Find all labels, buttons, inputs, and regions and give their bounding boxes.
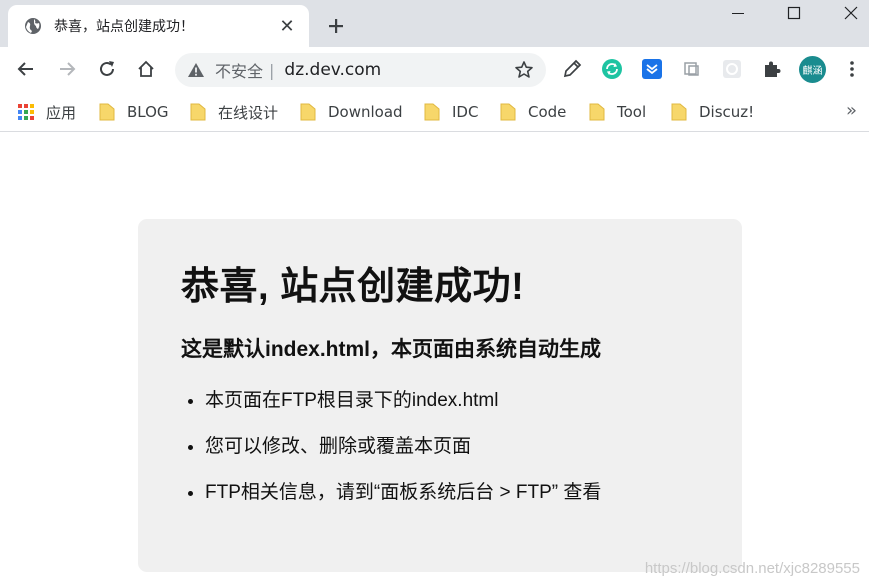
bookmark-label: Discuz! xyxy=(699,103,755,121)
bookmarks-overflow-icon[interactable]: » xyxy=(846,100,857,121)
globe-icon xyxy=(24,17,42,35)
warning-icon[interactable] xyxy=(187,61,205,79)
home-icon xyxy=(138,60,154,77)
bookmark-star-icon[interactable] xyxy=(514,60,534,80)
folder-icon xyxy=(99,103,115,121)
folder-icon xyxy=(300,103,316,121)
bookmark-folder-discuz[interactable]: Discuz! xyxy=(671,100,754,124)
back-button[interactable] xyxy=(12,55,40,83)
tab-active[interactable]: 恭喜，站点创建成功！ ✕ xyxy=(8,5,309,47)
bookmark-folder-code[interactable]: Code xyxy=(500,100,566,124)
bookmark-label: IDC xyxy=(452,103,479,121)
bookmark-folder-blog[interactable]: BLOG xyxy=(99,100,169,124)
pencil-extension-icon[interactable] xyxy=(560,57,584,81)
folder-icon xyxy=(671,103,687,121)
tab-strip: 恭喜，站点创建成功！ ✕ xyxy=(0,0,869,47)
bookmark-label: Code xyxy=(528,103,567,121)
folder-icon xyxy=(424,103,440,121)
folder-icon xyxy=(190,103,206,121)
plus-icon xyxy=(329,19,343,33)
address-bar[interactable]: 不安全 | dz.dev.com xyxy=(175,53,546,87)
minimize-button[interactable] xyxy=(715,0,761,26)
apps-grid-icon xyxy=(18,104,34,120)
url-text[interactable]: dz.dev.com xyxy=(284,60,381,80)
list-item: 您可以修改、删除或覆盖本页面 xyxy=(205,435,742,459)
bookmark-folder-download[interactable]: Download xyxy=(300,100,403,124)
bookmark-folder-design[interactable]: 在线设计 xyxy=(190,100,278,124)
maximize-icon xyxy=(787,6,801,20)
bookmark-label: BLOG xyxy=(127,103,169,121)
new-tab-button[interactable] xyxy=(322,12,350,40)
profile-avatar[interactable]: 麒涵 xyxy=(799,56,826,83)
bookmark-label: Download xyxy=(328,103,403,121)
layers-extension-icon[interactable] xyxy=(680,57,704,81)
info-list: 本页面在FTP根目录下的index.html 您可以修改、删除或覆盖本页面 FT… xyxy=(181,389,742,505)
bookmark-label: Tool xyxy=(617,103,647,121)
bookmarks-bar: 应用 BLOG 在线设计 Download IDC Code Tool Disc… xyxy=(0,92,869,132)
url-separator: | xyxy=(269,60,275,80)
sync-extension-icon[interactable] xyxy=(600,57,624,81)
reload-icon xyxy=(100,61,114,76)
bookmark-label: 在线设计 xyxy=(218,103,279,122)
security-label[interactable]: 不安全 xyxy=(215,58,263,82)
puzzle-extensions-icon[interactable] xyxy=(760,57,784,81)
maximize-button[interactable] xyxy=(771,0,817,26)
bookmark-folder-tool[interactable]: Tool xyxy=(589,100,646,124)
close-tab-icon[interactable]: ✕ xyxy=(277,16,297,37)
page-title: 恭喜, 站点创建成功! xyxy=(181,266,525,308)
list-item: 本页面在FTP根目录下的index.html xyxy=(205,389,742,413)
blank-extension-icon[interactable] xyxy=(720,57,744,81)
page-viewport: 恭喜, 站点创建成功! 这是默认index.html，本页面由系统自动生成 本页… xyxy=(0,132,869,581)
folder-icon xyxy=(589,103,605,121)
reload-button[interactable] xyxy=(93,55,121,83)
browser-toolbar: 不安全 | dz.dev.com 麒涵 xyxy=(0,47,869,92)
arrow-left-icon xyxy=(17,62,33,76)
watermark: https://blog.csdn.net/xjc8289555 xyxy=(644,560,860,577)
bookmark-label: 应用 xyxy=(46,103,77,122)
folder-icon xyxy=(500,103,516,121)
welcome-card: 恭喜, 站点创建成功! 这是默认index.html，本页面由系统自动生成 本页… xyxy=(138,219,742,572)
forward-button[interactable] xyxy=(53,55,81,83)
home-button[interactable] xyxy=(132,55,160,83)
download-extension-icon[interactable] xyxy=(640,57,664,81)
minimize-icon xyxy=(732,13,744,14)
page-subtitle: 这是默认index.html，本页面由系统自动生成 xyxy=(181,338,602,361)
window-close-button[interactable] xyxy=(828,0,869,26)
menu-kebab-icon[interactable] xyxy=(840,57,864,81)
close-window-icon xyxy=(844,6,858,20)
bookmark-folder-idc[interactable]: IDC xyxy=(424,100,478,124)
tab-title: 恭喜，站点创建成功！ xyxy=(54,19,194,35)
list-item: FTP相关信息，请到“面板系统后台 > FTP” 查看 xyxy=(205,481,742,505)
arrow-right-icon xyxy=(60,62,76,76)
bookmark-apps[interactable]: 应用 xyxy=(18,100,76,124)
